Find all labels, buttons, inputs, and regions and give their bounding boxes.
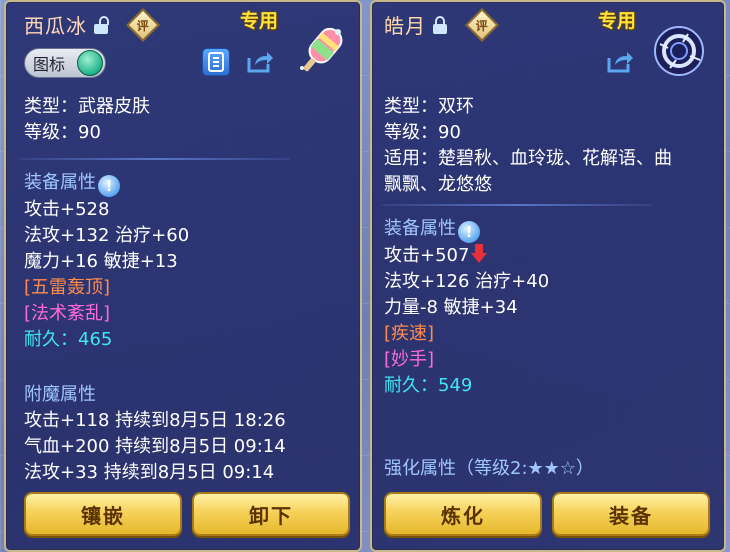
special-effect: [妙手] — [384, 349, 435, 370]
basic-info: 类型：武器皮肤 等级：90 — [24, 94, 150, 146]
enhance-section-title: 强化属性（等级2:★★☆） — [384, 458, 594, 479]
item-type: 类型：双环 — [384, 96, 474, 117]
refine-button[interactable]: 炼化 — [384, 492, 542, 536]
divider — [20, 158, 290, 160]
share-button[interactable] — [606, 48, 634, 76]
item-tooltip-left: 西瓜冰 评 专用 图标 类型：武器皮肤 等级：90 装备属性 ! 攻击+528 … — [4, 0, 362, 552]
inlay-button[interactable]: 镶嵌 — [24, 492, 182, 536]
enchant-line: 气血+200 持续到8月5日 09:14 — [24, 436, 286, 457]
hint-icon[interactable]: ! — [458, 221, 480, 243]
icon-toggle-label: 图标 — [33, 55, 66, 74]
special-effect: [法术紊乱] — [24, 303, 111, 324]
enchant-line: 法攻+33 持续到8月5日 09:14 — [24, 462, 275, 483]
special-effect: [疾速] — [384, 323, 435, 344]
info-button[interactable] — [202, 48, 230, 76]
share-button[interactable] — [246, 48, 274, 76]
hint-icon[interactable]: ! — [98, 175, 120, 197]
equip-section-title: 装备属性 — [24, 172, 96, 193]
stat-line: 法攻+132 治疗+60 — [24, 225, 190, 246]
ring-item-icon[interactable] — [650, 22, 708, 80]
locked-lock-icon[interactable] — [432, 15, 448, 34]
item-name: 西瓜冰 — [24, 14, 87, 38]
usable-classes: 适用：楚碧秋、血玲珑、花解语、曲 — [384, 148, 672, 169]
stat-line: 攻击+507 — [384, 245, 470, 266]
equip-attributes: 装备属性! 攻击+528 法攻+132 治疗+60 魔力+16 敏捷+13 [五… — [24, 170, 189, 353]
info-icon — [208, 52, 224, 72]
item-header: 西瓜冰 评 — [24, 7, 160, 42]
enchant-section-title: 附魔属性 — [24, 384, 96, 405]
exclusive-label: 专用 — [240, 10, 279, 32]
evaluate-label: 评 — [475, 17, 489, 32]
equip-section-title: 装备属性 — [384, 218, 456, 239]
equip-attributes: 装备属性! 攻击+507 法攻+126 治疗+40 力量-8 敏捷+34 [疾速… — [384, 216, 549, 399]
unlocked-lock-icon[interactable] — [93, 15, 109, 34]
stat-line: 攻击+528 — [24, 199, 110, 220]
evaluate-label: 评 — [136, 17, 150, 32]
durability-value: 465 — [78, 329, 113, 350]
icon-toggle[interactable]: 图标 — [24, 48, 106, 78]
stat-line: 法攻+126 治疗+40 — [384, 271, 550, 292]
item-level: 等级：90 — [384, 122, 461, 143]
evaluate-button[interactable]: 评 — [126, 7, 160, 42]
toggle-knob — [77, 50, 103, 76]
enhance-attributes: 强化属性（等级2:★★☆） — [384, 456, 594, 482]
item-level: 等级：90 — [24, 122, 101, 143]
enchant-line: 攻击+118 持续到8月5日 18:26 — [24, 410, 286, 431]
divider — [382, 204, 652, 206]
item-type: 类型：武器皮肤 — [24, 96, 150, 117]
equip-button[interactable]: 装备 — [552, 492, 710, 536]
durability-value: 549 — [438, 375, 473, 396]
down-arrow-icon — [471, 244, 488, 264]
special-effect: [五雷轰顶] — [24, 277, 111, 298]
stat-line: 力量-8 敏捷+34 — [384, 297, 518, 318]
usable-classes: 飘飘、龙悠悠 — [384, 174, 492, 195]
popsicle-item-icon[interactable] — [292, 22, 350, 80]
basic-info: 类型：双环 等级：90 适用：楚碧秋、血玲珑、花解语、曲 飘飘、龙悠悠 — [384, 94, 672, 198]
share-icon — [247, 52, 273, 73]
stat-line: 魔力+16 敏捷+13 — [24, 251, 178, 272]
durability-label: 耐久： — [24, 329, 78, 350]
unequip-button[interactable]: 卸下 — [192, 492, 350, 536]
durability-label: 耐久： — [384, 375, 438, 396]
item-header: 皓月 评 — [384, 7, 499, 42]
item-name: 皓月 — [384, 14, 426, 38]
share-icon — [607, 52, 633, 73]
item-tooltip-right: 皓月 评 专用 类型：双环 等级：90 适用：楚碧秋、血玲珑、花解语、曲 飘飘、… — [370, 0, 726, 552]
exclusive-label: 专用 — [598, 10, 637, 32]
enchant-attributes: 附魔属性 攻击+118 持续到8月5日 18:26 气血+200 持续到8月5日… — [24, 382, 286, 486]
evaluate-button[interactable]: 评 — [465, 7, 499, 42]
